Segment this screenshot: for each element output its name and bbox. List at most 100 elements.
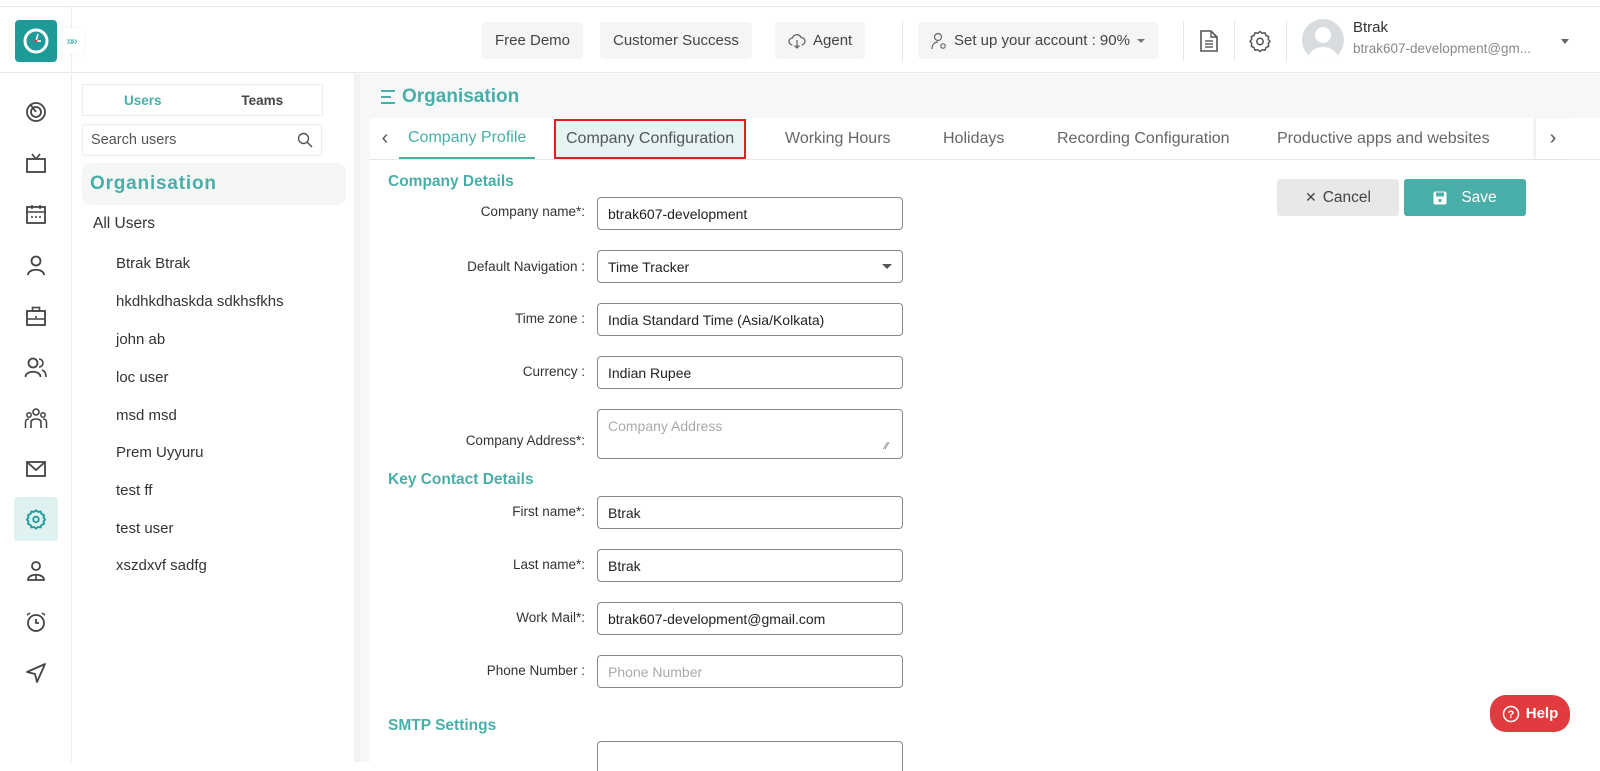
phone-number-label: Phone Number : [486,663,585,678]
rail-calendar[interactable] [14,192,58,236]
tabs-scroll-left[interactable]: ‹ [370,118,400,159]
customer-success-label: Customer Success [613,32,739,49]
user-list-item[interactable]: hkdhkdhaskda sdkhsfkhs [116,293,284,310]
user-list-item[interactable]: Btrak Btrak [116,255,190,272]
smtp-settings-heading: SMTP Settings [388,717,497,734]
user-list-item[interactable]: test user [116,520,174,537]
company-name-input[interactable] [597,197,903,230]
tab-users[interactable]: Users [83,85,203,115]
default-navigation-select[interactable]: Time Tracker [597,250,903,283]
rail-projects[interactable] [14,294,58,338]
calendar-icon [26,205,46,224]
company-name-label: Company name*: [480,204,585,219]
tab-recording-configuration[interactable]: Recording Configuration [1057,118,1230,159]
caret-down-icon [1136,38,1145,43]
company-profile-form: ✕ Cancel Save Company Details Company na… [370,160,1600,771]
close-icon: ✕ [1305,189,1317,205]
company-address-textarea[interactable] [597,409,903,459]
resize-handle-icon[interactable]: ⁄⁄ [885,441,888,452]
divider [1183,21,1184,61]
help-circle-icon: ? [1502,705,1519,722]
rail-mail[interactable] [14,447,58,491]
briefcase-icon [26,306,46,326]
user-setup-icon [931,32,946,49]
rail-send[interactable] [14,651,58,695]
expand-sidebar-button[interactable]: »» [58,28,84,54]
smtp-input[interactable] [597,741,903,771]
setup-account-dropdown[interactable]: Set up your account : 90% [918,22,1158,59]
settings-icon [25,509,47,530]
app-logo[interactable] [15,20,57,62]
divider [1286,21,1287,61]
rail-tv[interactable] [14,141,58,185]
organisation-heading[interactable]: Organisation [82,163,346,205]
team-icon [24,408,48,428]
document-button[interactable] [1195,27,1223,55]
search-users-box [82,124,322,156]
user-list-item[interactable]: test ff [116,482,152,499]
work-mail-input[interactable] [597,602,903,635]
tab-teams[interactable]: Teams [203,85,323,115]
tab-productive-apps[interactable]: Productive apps and websites [1277,118,1490,159]
users-panel: Users Teams Organisation All Users Btrak… [72,74,360,762]
rail-profile[interactable] [14,243,58,287]
user-list-item[interactable]: msd msd [116,407,177,424]
page-title: Organisation [378,86,519,108]
tab-company-profile[interactable]: Company Profile [399,118,536,159]
user-list-item[interactable]: Prem Uyyuru [116,444,204,461]
divider [1234,21,1235,61]
last-name-input[interactable] [597,549,903,582]
tab-working-hours[interactable]: Working Hours [785,118,891,159]
help-button[interactable]: ? Help [1490,695,1570,732]
first-name-input[interactable] [597,496,903,529]
rail-dashboard[interactable] [14,90,58,134]
currency-input[interactable] [597,356,903,389]
cancel-button[interactable]: ✕ Cancel [1277,179,1399,216]
cancel-label: Cancel [1322,188,1371,206]
rail-settings[interactable] [14,497,58,541]
default-navigation-value: Time Tracker [608,258,690,275]
user-email: btrak607-development@gm... [1353,41,1532,56]
cloud-download-icon [788,33,806,49]
svg-text:?: ? [1507,709,1514,721]
avatar-placeholder-icon [1308,27,1338,61]
chevrons-right-icon: »» [66,34,77,48]
free-demo-button[interactable]: Free Demo [482,22,584,59]
user-list-item[interactable]: xszdxvf sadfg [116,557,207,574]
help-label: Help [1525,705,1559,722]
chevron-left-icon: ‹ [381,127,389,149]
tab-company-configuration[interactable]: Company Configuration [554,119,747,159]
user-menu-caret-icon[interactable] [1561,39,1569,44]
person-badge-icon [27,561,45,581]
tabs-scroll-right[interactable]: › [1535,118,1570,159]
search-users-input[interactable] [91,132,297,148]
all-users-item[interactable]: All Users [93,215,155,233]
time-zone-input[interactable] [597,303,903,336]
rail-person-badge[interactable] [14,549,58,593]
rail-users[interactable] [14,345,58,389]
dropdown-caret-icon [882,264,892,269]
rail-alarm[interactable] [14,600,58,644]
rail-teams[interactable] [14,396,58,440]
search-icon[interactable] [297,132,313,148]
user-list-item[interactable]: loc user [116,369,169,386]
clock-logo-icon [23,28,49,54]
customer-success-button[interactable]: Customer Success [600,22,752,59]
company-details-heading: Company Details [388,173,514,190]
company-address-label: Company Address*: [465,433,585,448]
menu-icon[interactable] [378,87,398,107]
user-list-item[interactable]: john ab [116,331,165,348]
user-avatar[interactable] [1302,19,1344,61]
key-contact-heading: Key Contact Details [388,471,534,488]
divider [902,21,903,61]
tab-holidays[interactable]: Holidays [943,118,1004,159]
agent-button[interactable]: Agent [775,22,866,59]
page-title-text: Organisation [402,86,520,107]
gear-icon [1249,30,1271,53]
save-button[interactable]: Save [1404,179,1526,216]
phone-number-input[interactable] [597,655,903,688]
settings-button[interactable] [1246,27,1274,55]
tabs-bar: ‹ Company Profile Company Configuration … [370,118,1600,160]
users-teams-tabs: Users Teams [82,84,323,116]
logo-area: »» [0,7,84,73]
